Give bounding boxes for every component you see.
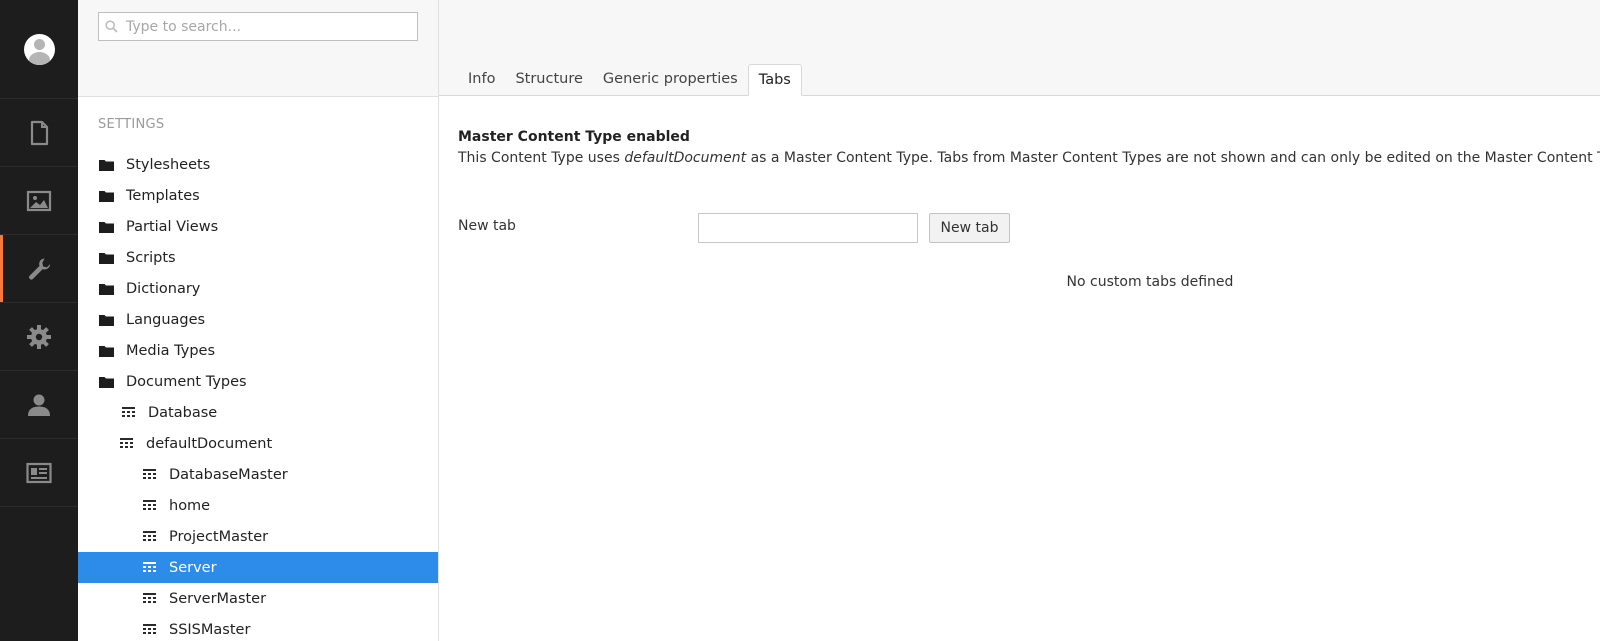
new-tab-label: New tab xyxy=(458,218,516,234)
tree-item-media-types[interactable]: Media Types xyxy=(78,335,438,366)
tree-item-label: SSISMaster xyxy=(169,621,251,638)
doctype-icon xyxy=(141,560,157,576)
search-area xyxy=(78,0,438,97)
user-icon xyxy=(28,394,50,416)
tree-item-defaultdocument[interactable]: defaultDocument xyxy=(78,428,438,459)
tree-item-document-types[interactable]: Document Types xyxy=(78,366,438,397)
doctype-icon xyxy=(118,436,134,452)
search-input[interactable] xyxy=(124,17,417,36)
tab-info[interactable]: Info xyxy=(458,64,505,94)
tree-item-stylesheets[interactable]: Stylesheets xyxy=(78,149,438,180)
master-notice-text: This Content Type uses defaultDocument a… xyxy=(458,150,1600,166)
doctype-icon xyxy=(141,467,157,483)
tree-item-templates[interactable]: Templates xyxy=(78,180,438,211)
tree-item-databasemaster[interactable]: DatabaseMaster xyxy=(78,459,438,490)
folder-icon xyxy=(98,343,114,359)
tree-item-label: Dictionary xyxy=(126,280,201,297)
tree-item-partial-views[interactable]: Partial Views xyxy=(78,211,438,242)
gear-icon xyxy=(27,324,51,349)
rail-item-users[interactable] xyxy=(0,371,78,439)
doctype-icon xyxy=(120,405,136,421)
tree-item-label: ServerMaster xyxy=(169,590,267,607)
folder-icon xyxy=(98,312,114,328)
wrench-icon xyxy=(29,258,51,280)
tree-item-label: Partial Views xyxy=(126,218,219,235)
folder-icon xyxy=(98,374,114,390)
tree-item-label: Scripts xyxy=(126,249,176,266)
folder-icon xyxy=(98,250,114,266)
tree-item-database[interactable]: Database xyxy=(78,397,438,428)
doctype-icon xyxy=(141,591,157,607)
section-rail xyxy=(0,0,78,641)
tree-item-label: Document Types xyxy=(126,373,247,390)
id-card-icon xyxy=(26,462,52,483)
rail-item-content[interactable] xyxy=(0,99,78,167)
folder-icon xyxy=(98,219,114,235)
new-tab-input[interactable] xyxy=(698,213,918,243)
tree-item-dictionary[interactable]: Dictionary xyxy=(78,273,438,304)
avatar-body xyxy=(28,51,50,65)
tree-item-scripts[interactable]: Scripts xyxy=(78,242,438,273)
notice-text-after: as a Master Content Type. Tabs from Mast… xyxy=(746,150,1600,166)
empty-tabs-message: No custom tabs defined xyxy=(1066,274,1234,290)
tree-item-label: Media Types xyxy=(126,342,216,359)
folder-icon xyxy=(98,281,114,297)
tree-item-label: Server xyxy=(169,559,217,576)
avatar-area xyxy=(0,0,78,99)
search-box[interactable] xyxy=(98,12,418,41)
folder-icon xyxy=(98,188,114,204)
tab-bar: Info Structure Generic properties Tabs xyxy=(439,0,1600,96)
rail-item-media[interactable] xyxy=(0,167,78,235)
tree-item-servermaster[interactable]: ServerMaster xyxy=(78,583,438,614)
tree-item-label: Languages xyxy=(126,311,206,328)
folder-icon xyxy=(98,157,114,173)
tab-structure[interactable]: Structure xyxy=(505,64,592,94)
tree-item-server[interactable]: Server xyxy=(78,552,438,583)
tab-tabs[interactable]: Tabs xyxy=(747,64,802,96)
tree-item-home[interactable]: home xyxy=(78,490,438,521)
tree-item-label: Stylesheets xyxy=(126,156,211,173)
tabs: Info Structure Generic properties Tabs xyxy=(458,64,802,96)
rail-item-settings[interactable] xyxy=(0,235,78,303)
rail-item-members[interactable] xyxy=(0,439,78,507)
settings-tree-panel: SETTINGS Stylesheets Templates Partial V… xyxy=(78,0,439,641)
editor-panel: Info Structure Generic properties Tabs M… xyxy=(439,0,1600,641)
section-title: SETTINGS xyxy=(98,117,165,132)
notice-text-before: This Content Type uses xyxy=(458,150,625,166)
tree-item-projectmaster[interactable]: ProjectMaster xyxy=(78,521,438,552)
notice-master-name: defaultDocument xyxy=(624,150,747,166)
tree-item-label: Templates xyxy=(126,187,200,204)
tree-item-label: defaultDocument xyxy=(146,435,273,452)
tree-item-ssismaster[interactable]: SSISMaster xyxy=(78,614,438,641)
tree-item-languages[interactable]: Languages xyxy=(78,304,438,335)
doctype-icon xyxy=(141,622,157,638)
tree-list: Stylesheets Templates Partial Views Scri… xyxy=(78,149,438,641)
new-tab-button[interactable]: New tab xyxy=(929,213,1010,243)
doctype-icon xyxy=(141,498,157,514)
tab-generic-properties[interactable]: Generic properties xyxy=(593,64,748,94)
search-icon xyxy=(105,20,118,33)
avatar[interactable] xyxy=(23,33,55,65)
tree-item-label: Database xyxy=(148,404,218,421)
tree-item-label: home xyxy=(169,497,211,514)
doctype-icon xyxy=(141,529,157,545)
document-icon xyxy=(30,120,49,145)
avatar-head xyxy=(33,38,45,50)
tree-item-label: ProjectMaster xyxy=(169,528,269,545)
tree-item-label: DatabaseMaster xyxy=(169,466,288,483)
image-icon xyxy=(26,190,52,211)
master-notice-title: Master Content Type enabled xyxy=(458,129,690,145)
rail-item-developer[interactable] xyxy=(0,303,78,371)
